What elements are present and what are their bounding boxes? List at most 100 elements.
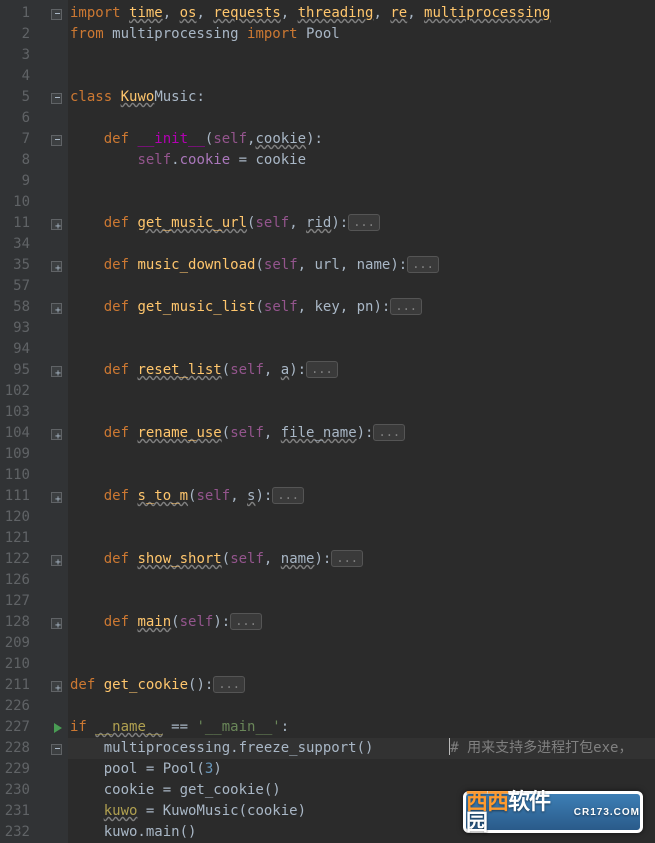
code-text: , bbox=[264, 425, 281, 441]
fold-collapse-icon[interactable] bbox=[40, 3, 68, 24]
code-line[interactable] bbox=[68, 696, 655, 717]
code-line[interactable] bbox=[68, 633, 655, 654]
code-line[interactable]: self.cookie = cookie bbox=[68, 150, 655, 171]
folded-code-icon[interactable]: ... bbox=[230, 613, 262, 630]
folded-code-icon[interactable]: ... bbox=[272, 487, 304, 504]
code-line[interactable] bbox=[68, 654, 655, 675]
keyword: def bbox=[104, 215, 129, 231]
identifier: main bbox=[137, 614, 171, 630]
attribute: cookie bbox=[180, 152, 231, 168]
line-number: 120 bbox=[0, 507, 40, 528]
folded-code-icon[interactable]: ... bbox=[390, 298, 422, 315]
line-number-gutter: 1234567891011343557589394951021031041091… bbox=[0, 0, 40, 843]
fold-expand-icon[interactable] bbox=[40, 213, 68, 234]
fold-expand-icon[interactable] bbox=[40, 360, 68, 381]
gutter-blank bbox=[40, 192, 68, 213]
folded-code-icon[interactable]: ... bbox=[331, 550, 363, 567]
fold-expand-icon[interactable] bbox=[40, 423, 68, 444]
gutter-blank bbox=[40, 654, 68, 675]
code-line[interactable] bbox=[68, 402, 655, 423]
code-line[interactable] bbox=[68, 276, 655, 297]
fold-collapse-icon[interactable] bbox=[40, 738, 68, 759]
code-line[interactable]: def rename_use(self, file_name):... bbox=[68, 423, 655, 444]
gutter-blank bbox=[40, 570, 68, 591]
fold-expand-icon[interactable] bbox=[40, 612, 68, 633]
code-editor-area[interactable]: import time, os, requests, threading, re… bbox=[68, 0, 655, 843]
gutter-blank bbox=[40, 234, 68, 255]
fold-expand-icon[interactable] bbox=[40, 675, 68, 696]
keyword: def bbox=[104, 257, 129, 273]
dunder-name: __init__ bbox=[137, 131, 204, 147]
code-line[interactable]: def reset_list(self, a):... bbox=[68, 360, 655, 381]
line-number: 209 bbox=[0, 633, 40, 654]
code-line[interactable] bbox=[68, 444, 655, 465]
code-line[interactable]: def music_download(self, url, name):... bbox=[68, 255, 655, 276]
code-line[interactable]: def show_short(self, name):... bbox=[68, 549, 655, 570]
self-param: self bbox=[196, 488, 230, 504]
self-param: self bbox=[213, 131, 247, 147]
fold-collapse-icon[interactable] bbox=[40, 129, 68, 150]
code-line[interactable] bbox=[68, 570, 655, 591]
folded-code-icon[interactable]: ... bbox=[306, 361, 338, 378]
code-line[interactable]: def main(self):... bbox=[68, 612, 655, 633]
code-line[interactable] bbox=[68, 171, 655, 192]
run-gutter-icon[interactable] bbox=[40, 717, 68, 738]
gutter-blank bbox=[40, 24, 68, 45]
code-text: ( bbox=[222, 362, 230, 378]
code-line[interactable]: def get_cookie():... bbox=[68, 675, 655, 696]
identifier: re bbox=[390, 5, 407, 21]
code-line[interactable]: class KuwoMusic: bbox=[68, 87, 655, 108]
self-param: self bbox=[180, 614, 214, 630]
code-line[interactable]: from multiprocessing import Pool bbox=[68, 24, 655, 45]
code-line[interactable]: def s_to_m(self, s):... bbox=[68, 486, 655, 507]
gutter-blank bbox=[40, 822, 68, 843]
self-param: self bbox=[255, 215, 289, 231]
code-line[interactable]: def get_music_list(self, key, pn):... bbox=[68, 297, 655, 318]
code-line[interactable] bbox=[68, 234, 655, 255]
code-line[interactable] bbox=[68, 339, 655, 360]
folded-code-icon[interactable]: ... bbox=[213, 676, 245, 693]
line-number: 93 bbox=[0, 318, 40, 339]
code-line[interactable] bbox=[68, 318, 655, 339]
code-line[interactable]: multiprocessing.freeze_support() # 用来支持多… bbox=[68, 738, 655, 759]
identifier: kuwo bbox=[104, 803, 138, 819]
identifier: rename_use bbox=[137, 425, 221, 441]
line-number: 10 bbox=[0, 192, 40, 213]
code-line[interactable] bbox=[68, 66, 655, 87]
code-line[interactable] bbox=[68, 528, 655, 549]
gutter-blank bbox=[40, 780, 68, 801]
code-line[interactable] bbox=[68, 192, 655, 213]
fold-expand-icon[interactable] bbox=[40, 549, 68, 570]
code-line[interactable] bbox=[68, 591, 655, 612]
gutter-blank bbox=[40, 276, 68, 297]
keyword: from bbox=[70, 26, 104, 42]
code-line[interactable] bbox=[68, 108, 655, 129]
folded-code-icon[interactable]: ... bbox=[373, 424, 405, 441]
code-line[interactable]: def get_music_url(self, rid):... bbox=[68, 213, 655, 234]
code-line[interactable]: if __name__ == '__main__': bbox=[68, 717, 655, 738]
code-text: ( bbox=[171, 614, 179, 630]
keyword: import bbox=[70, 5, 121, 21]
code-line[interactable]: def __init__(self,cookie): bbox=[68, 129, 655, 150]
code-text: , bbox=[264, 551, 281, 567]
code-line[interactable] bbox=[68, 381, 655, 402]
code-text: , bbox=[163, 5, 180, 21]
self-param: self bbox=[137, 152, 171, 168]
fold-expand-icon[interactable] bbox=[40, 486, 68, 507]
keyword: if bbox=[70, 719, 87, 735]
code-line[interactable] bbox=[68, 465, 655, 486]
line-number: 5 bbox=[0, 87, 40, 108]
fold-expand-icon[interactable] bbox=[40, 297, 68, 318]
gutter-blank bbox=[40, 633, 68, 654]
fold-expand-icon[interactable] bbox=[40, 255, 68, 276]
code-line[interactable]: pool = Pool(3) bbox=[68, 759, 655, 780]
code-text: : bbox=[281, 719, 289, 735]
line-number: 104 bbox=[0, 423, 40, 444]
folded-code-icon[interactable]: ... bbox=[348, 214, 380, 231]
code-line[interactable] bbox=[68, 45, 655, 66]
folded-code-icon[interactable]: ... bbox=[407, 256, 439, 273]
keyword: def bbox=[70, 677, 95, 693]
code-line[interactable] bbox=[68, 507, 655, 528]
fold-collapse-icon[interactable] bbox=[40, 87, 68, 108]
code-line[interactable]: import time, os, requests, threading, re… bbox=[68, 3, 655, 24]
